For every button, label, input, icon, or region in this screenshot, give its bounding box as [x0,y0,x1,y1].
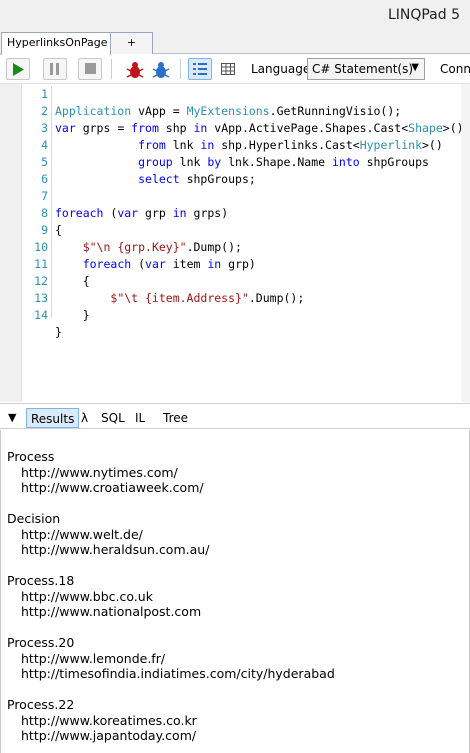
toolbar: Language C# Statement(s) ▼ Conn [0,55,470,84]
hyperlink-address: http://www.lemonde.fr/ [21,650,166,666]
run-button[interactable] [6,58,30,80]
results-panel: Process http://www.nytimes.com/ http://w… [0,430,470,753]
title-bar: LINQPad 5 [0,0,470,30]
query-tab-strip: HyperlinksOnPage + [0,30,470,55]
line-number: 4 [41,138,48,152]
hyperlink-address: http://www.bbc.co.uk [21,588,153,604]
hyperlink-address: http://www.nationalpost.com [21,604,202,619]
result-group: Process.18 http://www.bbc.co.uk http://w… [7,573,335,620]
tab-lambda[interactable]: λ [77,408,92,428]
line-number: 1 [41,87,48,101]
rich-text-results-button[interactable] [188,58,212,80]
line-number: 14 [34,308,48,322]
code-line: var grps = from shp in vApp.ActivePage.S… [55,121,464,135]
results-tab-bar: ▼ Results λ SQL IL Tree [0,403,470,429]
code-line: } [55,308,90,322]
code-line: foreach (var item in grp) [82,257,256,271]
collapse-results-icon[interactable]: ▼ [4,408,20,428]
code-line: from lnk in shp.Hyperlinks.Cast<Hyperlin… [138,138,443,152]
tab-sql[interactable]: SQL [97,408,129,428]
code-line: $"\n {grp.Key}".Dump(); [82,240,242,254]
line-number: 13 [34,291,48,305]
result-group: Process http://www.nytimes.com/ http://w… [7,449,335,496]
line-number: 10 [34,240,48,254]
connection-label: Conn [440,62,470,76]
result-group: Process.22 http://www.koreatimes.co.kr h… [7,697,335,744]
code-line: } [55,325,62,339]
group-key: Process.22 [7,697,75,712]
play-icon [13,63,24,76]
code-editor[interactable]: 1 2 3 4 5 6 7 8 9 10 11 12 13 14 Applica… [0,84,470,402]
pause-button[interactable] [43,58,67,80]
result-group: Process.20 http://www.lemonde.fr/ http:/… [7,635,335,682]
language-select-value: C# Statement(s) [312,62,414,76]
code-line: $"\t {item.Address}".Dump(); [110,291,305,305]
group-key: Process [7,449,55,464]
group-key: Decision [7,511,61,526]
result-group: Decision http://www.welt.de/ http://www.… [7,511,335,558]
toolbar-separator [111,59,112,79]
language-label: Language [251,62,311,76]
data-grid-results-button[interactable] [216,58,240,80]
line-numbers: 1 2 3 4 5 6 7 8 9 10 11 12 13 14 [24,86,48,324]
tab-results[interactable]: Results [26,408,80,428]
list-view-icon [193,63,207,75]
group-key: Process.20 [7,635,75,650]
tab-tree[interactable]: Tree [159,408,192,428]
hyperlink-address: http://www.welt.de/ [21,526,143,542]
line-number: 7 [41,189,48,203]
code-text[interactable]: Application vApp = MyExtensions.GetRunni… [55,86,464,375]
line-number: 3 [41,121,48,135]
bug-blue-icon[interactable] [150,59,172,81]
toolbar-separator [180,59,181,79]
code-line: select shpGroups; [138,172,256,186]
pause-icon [50,63,59,75]
hyperlink-address: http://www.heraldsun.com.au/ [21,542,210,557]
language-select[interactable]: C# Statement(s) ▼ [307,58,425,80]
window-title: LINQPad 5 [387,7,460,23]
hyperlink-address: http://www.croatiaweek.com/ [21,480,204,495]
code-line: Application vApp = MyExtensions.GetRunni… [55,104,402,118]
stop-button[interactable] [78,58,102,80]
line-number: 11 [34,257,48,271]
bug-red-icon[interactable] [124,59,146,81]
group-key: Process.18 [7,573,75,588]
line-number: 2 [41,104,48,118]
new-tab-button[interactable]: + [110,32,153,54]
hyperlink-address: http://www.koreatimes.co.kr [21,712,197,728]
results-output: Process http://www.nytimes.com/ http://w… [7,449,335,753]
line-number: 8 [41,206,48,220]
fold-guide [51,86,52,318]
hyperlink-address: http://www.nytimes.com/ [21,464,178,480]
line-number: 6 [41,172,48,186]
hyperlink-address: http://timesofindia.indiatimes.com/city/… [21,666,335,681]
tab-il[interactable]: IL [131,408,149,428]
code-line: foreach (var grp in grps) [55,206,229,220]
code-line: group lnk by lnk.Shape.Name into shpGrou… [138,155,429,169]
tab-hyperlinks-on-page[interactable]: HyperlinksOnPage [1,32,111,55]
code-line: { [55,274,90,288]
line-number: 12 [34,274,48,288]
line-number: 9 [41,223,48,237]
code-line: { [55,223,62,237]
stop-icon [84,63,96,74]
editor-scrollbar[interactable] [461,84,470,402]
hyperlink-address: http://www.japantoday.com/ [21,728,197,743]
chevron-down-icon: ▼ [411,62,419,73]
grid-view-icon [221,63,235,75]
editor-margin [0,84,22,402]
line-number: 5 [41,155,48,169]
